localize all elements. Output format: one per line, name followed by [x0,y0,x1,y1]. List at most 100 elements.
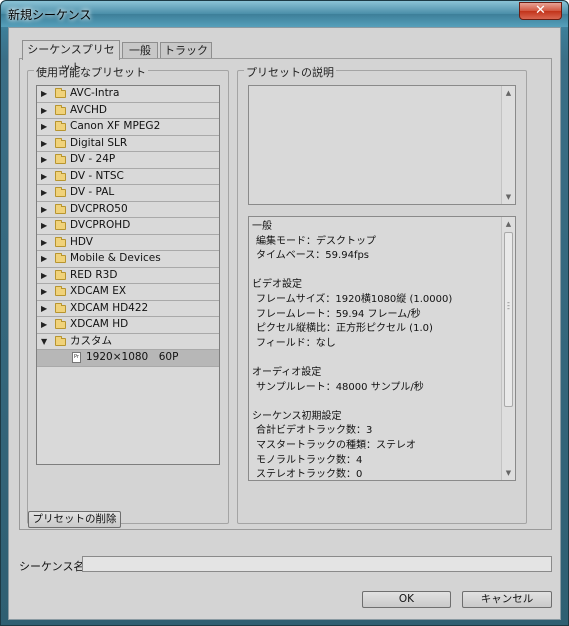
preset-folder-row[interactable]: ▶ XDCAM HD422 [37,301,219,317]
triangle-right-icon[interactable]: ▶ [41,251,47,266]
preset-description-group: プリセットの説明 ▲ ▼ 一般 編集モード：デスクトップ タイムベース：59.94f… [237,64,527,524]
scroll-down-icon[interactable]: ▼ [502,193,515,201]
preset-folder-row[interactable]: ▶ AVC-Intra [37,86,219,103]
preset-tree[interactable]: ▶ AVC-Intra ▶ AVCHD ▶ Canon XF MPEG2 ▶ Digital … [36,85,220,465]
triangle-right-icon[interactable]: ▶ [41,317,47,332]
triangle-right-icon[interactable]: ▶ [41,268,47,283]
scroll-thumb[interactable] [504,232,513,407]
folder-icon [55,187,66,197]
triangle-right-icon[interactable]: ▶ [41,119,47,134]
preset-folder-label: DV - PAL [70,186,115,198]
preset-detail-line [252,264,452,279]
preset-folder-row[interactable]: ▶ XDCAM EX [37,284,219,301]
scroll-down-icon[interactable]: ▼ [502,469,515,477]
preset-folder-row[interactable]: ▶ XDCAM HD [37,317,219,334]
preset-detail-line: 編集モード：デスクトップ [256,235,376,247]
preset-detail-line: フィールド：なし [256,337,336,349]
folder-icon [55,253,66,263]
triangle-right-icon[interactable]: ▶ [41,218,47,233]
description-scrollbar[interactable]: ▲ ▼ [501,86,515,204]
folder-icon [55,203,66,214]
preset-folder-label: Digital SLR [70,136,128,149]
triangle-right-icon[interactable]: ▶ [41,235,47,250]
preset-folder-row[interactable]: ▶ RED R3D [37,268,219,284]
triangle-right-icon[interactable]: ▶ [41,136,47,151]
preset-folder-row[interactable]: ▶ DVCPROHD [37,218,219,235]
folder-icon [55,137,66,148]
triangle-right-icon[interactable]: ▶ [41,169,47,184]
preset-detail-line: ステレオトラック数：0 [256,469,363,481]
details-scrollbar[interactable]: ▲ --- ▼ [501,217,515,480]
sequence-name-input[interactable] [82,556,552,572]
preset-detail-line: 合計ビデオトラック数：3 [256,425,373,437]
folder-icon [55,121,66,131]
preset-folder-row[interactable]: ▶ DV - NTSC [37,169,219,185]
folder-icon [55,269,66,280]
folder-icon [55,220,66,230]
tab-panel-sequence-presets: 使用可能なプリセット ▶ AVC-Intra ▶ AVCHD ▶ Canon XF MPE… [19,58,552,530]
preset-detail-line: フレームサイズ：1920横1080縦 (1.0000) [256,293,453,305]
preset-detail-line: シーケンス初期設定 [252,410,342,422]
preset-detail-line: オーディオ設定 [252,366,322,378]
available-presets-group: 使用可能なプリセット ▶ AVC-Intra ▶ AVCHD ▶ Canon XF MPE… [27,64,229,524]
preset-folder-row[interactable]: ▶ Mobile & Devices [37,251,219,268]
preset-detail-line [252,351,452,366]
triangle-right-icon[interactable]: ▶ [41,284,47,299]
preset-folder-label: DVCPRO50 [70,202,128,215]
preset-folder-label: DV - NTSC [70,169,124,182]
folder-icon [55,104,66,115]
preset-folder-label: AVCHD [70,103,108,116]
preset-folder-row[interactable]: ▶ Digital SLR [37,136,219,152]
tab-general[interactable]: 一般 [122,42,158,59]
preset-detail-line: ビデオ設定 [252,279,302,291]
preset-folder-row[interactable]: ▶ DV - PAL [37,185,219,202]
preset-detail-line: タイムベース：59.94fps [256,250,370,262]
folder-icon [55,170,66,181]
delete-preset-button[interactable]: プリセットの削除 [28,511,121,528]
scroll-up-icon[interactable]: ▲ [502,89,515,97]
window-title: 新規シーケンス [8,8,92,22]
triangle-right-icon[interactable]: ▶ [41,86,47,101]
preset-folder-row[interactable]: ▶ HDV [37,235,219,251]
triangle-right-icon[interactable]: ▶ [41,301,47,316]
folder-icon [55,154,66,164]
preset-folder-label: Canon XF MPEG2 [70,120,161,132]
preset-folder-row[interactable]: ▼ カスタム [37,334,219,350]
preset-folder-label: カスタム [70,334,112,347]
folder-icon [55,286,66,296]
available-presets-legend: 使用可能なプリセット [34,64,148,80]
preset-folder-label: XDCAM HD422 [70,301,149,314]
close-button[interactable]: ✕ [519,2,562,20]
preset-folder-label: RED R3D [70,268,118,281]
preset-details-text[interactable]: 一般 編集モード：デスクトップ タイムベース：59.94fps ビデオ設定 フレームサイ… [248,216,516,481]
tab-sequence-presets[interactable]: シーケンスプリセット [22,40,120,74]
scroll-up-icon[interactable]: ▲ [502,220,515,228]
preset-folder-row[interactable]: ▶ DV - 24P [37,152,219,169]
preset-detail-line: フレームレート：59.94 フレーム/秒 [256,308,421,320]
ok-button[interactable]: OK [362,591,451,608]
triangle-right-icon[interactable]: ▶ [41,103,47,118]
triangle-down-icon[interactable]: ▼ [41,334,47,349]
preset-folder-row[interactable]: ▶ AVCHD [37,103,219,119]
folder-icon [55,302,66,313]
folder-icon [55,319,66,329]
preset-item-row[interactable]: Pr 1920×1080 60P [37,350,219,367]
preset-item-label: 1920×1080 60P [86,351,179,363]
preset-file-icon: Pr [72,352,81,363]
triangle-right-icon[interactable]: ▶ [41,152,47,167]
triangle-right-icon[interactable]: ▶ [41,185,47,200]
preset-folder-label: XDCAM HD [70,318,129,330]
folder-icon [55,88,66,98]
title-bar[interactable]: 新規シーケンス ✕ [1,1,568,27]
folder-icon [55,335,66,346]
preset-description-legend: プリセットの説明 [244,64,336,80]
preset-description-text[interactable]: ▲ ▼ [248,85,516,205]
cancel-button[interactable]: キャンセル [462,591,552,608]
triangle-right-icon[interactable]: ▶ [41,202,47,217]
preset-detail-line: モノラルトラック数：4 [256,454,363,466]
preset-folder-row[interactable]: ▶ Canon XF MPEG2 [37,119,219,136]
tab-tracks[interactable]: トラック [160,42,212,59]
preset-folder-label: DV - 24P [70,153,116,165]
preset-folder-label: AVC-Intra [70,87,120,99]
preset-folder-row[interactable]: ▶ DVCPRO50 [37,202,219,218]
